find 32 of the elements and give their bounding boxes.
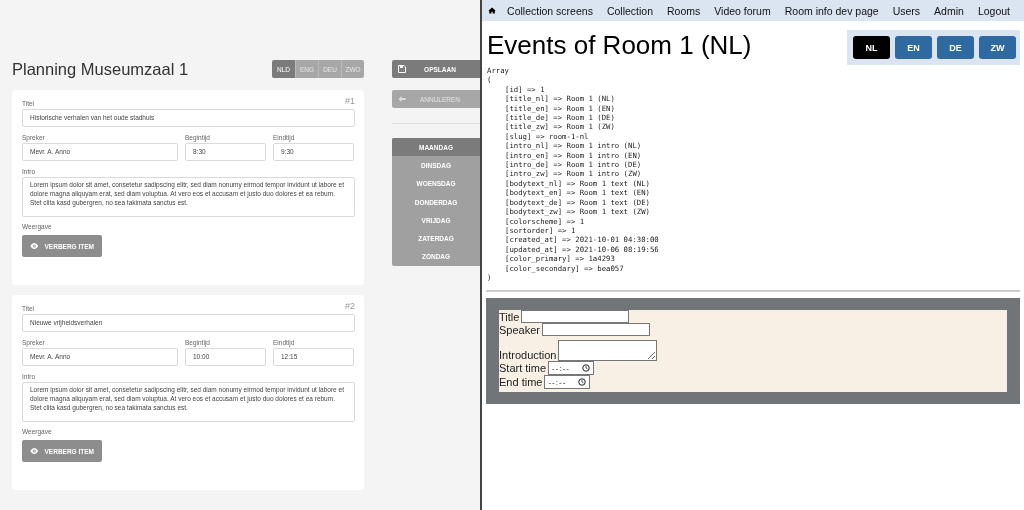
field-label: Introduction [499, 349, 557, 362]
language-button[interactable]: EN [895, 36, 932, 59]
nav-link[interactable]: Room info dev page [784, 4, 879, 17]
input-field[interactable] [542, 323, 650, 337]
eye-icon [30, 447, 39, 455]
input-field[interactable] [521, 310, 630, 324]
arrow-left-icon [398, 95, 406, 103]
language-button[interactable]: DE [937, 36, 974, 59]
language-button[interactable]: ZW [979, 36, 1016, 59]
nav-link[interactable]: Video forum [714, 4, 771, 17]
eye-icon [30, 242, 39, 250]
home-icon [488, 5, 497, 16]
event-number: #1 [345, 96, 355, 106]
page-title: Planning Museumzaal 1 [12, 59, 189, 79]
clock-icon [578, 378, 587, 387]
clock-icon [582, 364, 591, 373]
language-button[interactable]: NL [853, 36, 890, 59]
nav-link[interactable]: Logout [977, 4, 1010, 17]
text-area[interactable] [558, 340, 658, 362]
nav-link[interactable]: Rooms [667, 4, 701, 17]
field-label: Title [499, 311, 520, 324]
field-label: Speaker [499, 324, 540, 337]
page-heading: Events of Room 1 (NL) [487, 30, 752, 60]
field-label: End time [499, 376, 543, 389]
time-field[interactable]: --:-- [548, 361, 595, 376]
field-label: Start time [499, 362, 547, 375]
nav-link[interactable]: Admin [934, 4, 964, 17]
nav-link[interactable]: Collection screens [507, 4, 593, 17]
nav-link[interactable]: Users [892, 4, 921, 17]
event-number: #2 [345, 301, 355, 311]
time-field[interactable]: --:-- [544, 375, 591, 390]
nav-link[interactable]: Collection [606, 4, 653, 17]
